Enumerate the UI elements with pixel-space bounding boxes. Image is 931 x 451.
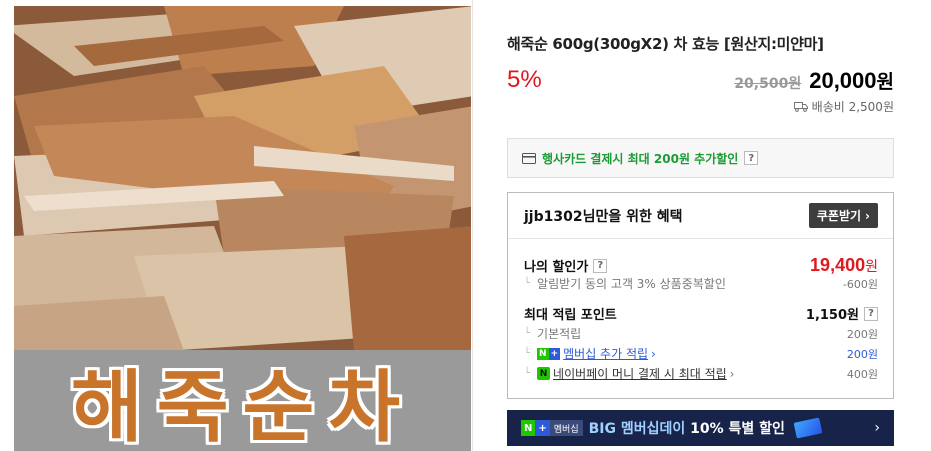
- membership-points-value: 200원: [846, 347, 878, 361]
- my-price-unit: 원: [865, 258, 878, 274]
- tree-branch-icon: └: [524, 328, 531, 339]
- sale-price-number: 20,000: [809, 68, 877, 93]
- points-value-group: 1,150원 ?: [806, 304, 878, 323]
- tree-branch-icon: └: [524, 348, 531, 359]
- points-value: 1,150원: [805, 308, 859, 323]
- sale-price-unit: 원: [876, 72, 894, 93]
- tree-branch-icon: └: [524, 278, 531, 289]
- npay-points-row: └ N 네이버페이 머니 결제 시 최대 적립 › 400원: [524, 365, 878, 382]
- card-promo-help-icon[interactable]: ?: [744, 151, 759, 165]
- membership-day-banner[interactable]: N + 멤버십 BIG 멤버십데이 10% 특별 할인 ›: [507, 410, 894, 446]
- truck-icon: [793, 102, 808, 112]
- sale-price: 20,000원: [809, 67, 894, 94]
- benefit-header: jjb1302님만을 위한 혜택 쿠폰받기 ›: [508, 193, 893, 239]
- price-box: 20,500원 20,000원: [734, 67, 894, 94]
- my-price-sub-row: └ 알림받기 동의 고객 3% 상품중복할인 -600원: [524, 275, 878, 292]
- coupon-button-label: 쿠폰받기: [816, 209, 862, 223]
- points-help-icon[interactable]: ?: [864, 306, 878, 321]
- naver-pay-icon: N: [537, 367, 551, 380]
- my-price-number: 19,400: [810, 255, 866, 275]
- card-icon: [793, 417, 823, 439]
- tree-branch-icon: └: [524, 368, 531, 379]
- my-price-help-icon[interactable]: ?: [593, 258, 608, 273]
- banner-text: BIG 멤버십데이 10% 특별 할인: [589, 418, 785, 438]
- points-row: 최대 적립 포인트 1,150원 ?: [524, 304, 878, 323]
- chevron-right-icon: ›: [729, 366, 735, 381]
- my-price-value: 19,400원: [810, 255, 878, 276]
- get-coupon-button[interactable]: 쿠폰받기 ›: [808, 203, 878, 228]
- badge-text: 멤버십: [549, 420, 583, 436]
- card-discount-promo[interactable]: 행사카드 결제시 최대 200원 추가할인 ?: [507, 138, 894, 178]
- original-price: 20,500원: [734, 76, 802, 92]
- basic-points-group: └ 기본적립: [524, 325, 581, 342]
- product-image-overlay-text: 해죽순차: [70, 362, 415, 451]
- my-price-sub-value: -600원: [842, 277, 878, 291]
- banner-text-white: 10% 특별 할인: [690, 421, 785, 437]
- my-price-row: 나의 할인가 ? 19,400원: [524, 255, 878, 276]
- naver-plus-membership-icon: N +: [537, 347, 561, 360]
- product-photo-graphic: [14, 6, 471, 351]
- npay-points-group: └ N 네이버페이 머니 결제 시 최대 적립 ›: [524, 365, 734, 382]
- basic-points-label: 기본적립: [537, 327, 582, 341]
- chevron-right-icon: ›: [874, 420, 880, 436]
- member-benefit-box: jjb1302님만을 위한 혜택 쿠폰받기 › 나의 할인가 ? 19,400원…: [507, 192, 894, 399]
- my-price-sub-label: 알림받기 동의 고객 3% 상품중복할인: [537, 277, 726, 291]
- membership-points-link[interactable]: 멤버십 추가 적립: [563, 345, 648, 362]
- divider: [472, 0, 473, 451]
- banner-text-blue: BIG 멤버십데이: [588, 421, 691, 437]
- credit-card-icon: [522, 152, 536, 164]
- basic-points-value: 200원: [846, 327, 878, 341]
- benefit-title: jjb1302님만을 위한 혜택: [524, 208, 683, 225]
- npay-points-link[interactable]: 네이버페이 머니 결제 시 최대 적립: [553, 365, 727, 382]
- product-title: 해죽순 600g(300gX2) 차 효능 [원산지:미얀마]: [507, 35, 824, 53]
- points-label: 최대 적립 포인트: [524, 308, 617, 323]
- npay-points-value: 400원: [846, 367, 878, 381]
- naver-membership-badge: N + 멤버십: [521, 420, 583, 436]
- chevron-right-icon: ›: [651, 346, 656, 361]
- membership-points-row: └ N + 멤버십 추가 적립 › 200원: [524, 345, 878, 362]
- product-image: 해죽순차: [14, 6, 471, 451]
- my-price-label: 나의 할인가: [524, 260, 589, 275]
- shipping-fee: 배송비 2,500원: [811, 100, 894, 114]
- badge-plus: +: [535, 420, 550, 436]
- card-promo-text: 행사카드 결제시 최대 200원 추가할인: [542, 151, 739, 166]
- my-price-label-group: 나의 할인가 ?: [524, 256, 608, 275]
- shipping-info: 배송비 2,500원: [793, 98, 894, 115]
- chevron-right-icon: ›: [865, 208, 870, 223]
- discount-rate: 5%: [507, 66, 542, 93]
- membership-points-group: └ N + 멤버십 추가 적립 ›: [524, 345, 656, 362]
- my-price-sub-group: └ 알림받기 동의 고객 3% 상품중복할인: [524, 275, 726, 292]
- basic-points-row: └ 기본적립 200원: [524, 325, 878, 342]
- badge-n: N: [521, 420, 536, 436]
